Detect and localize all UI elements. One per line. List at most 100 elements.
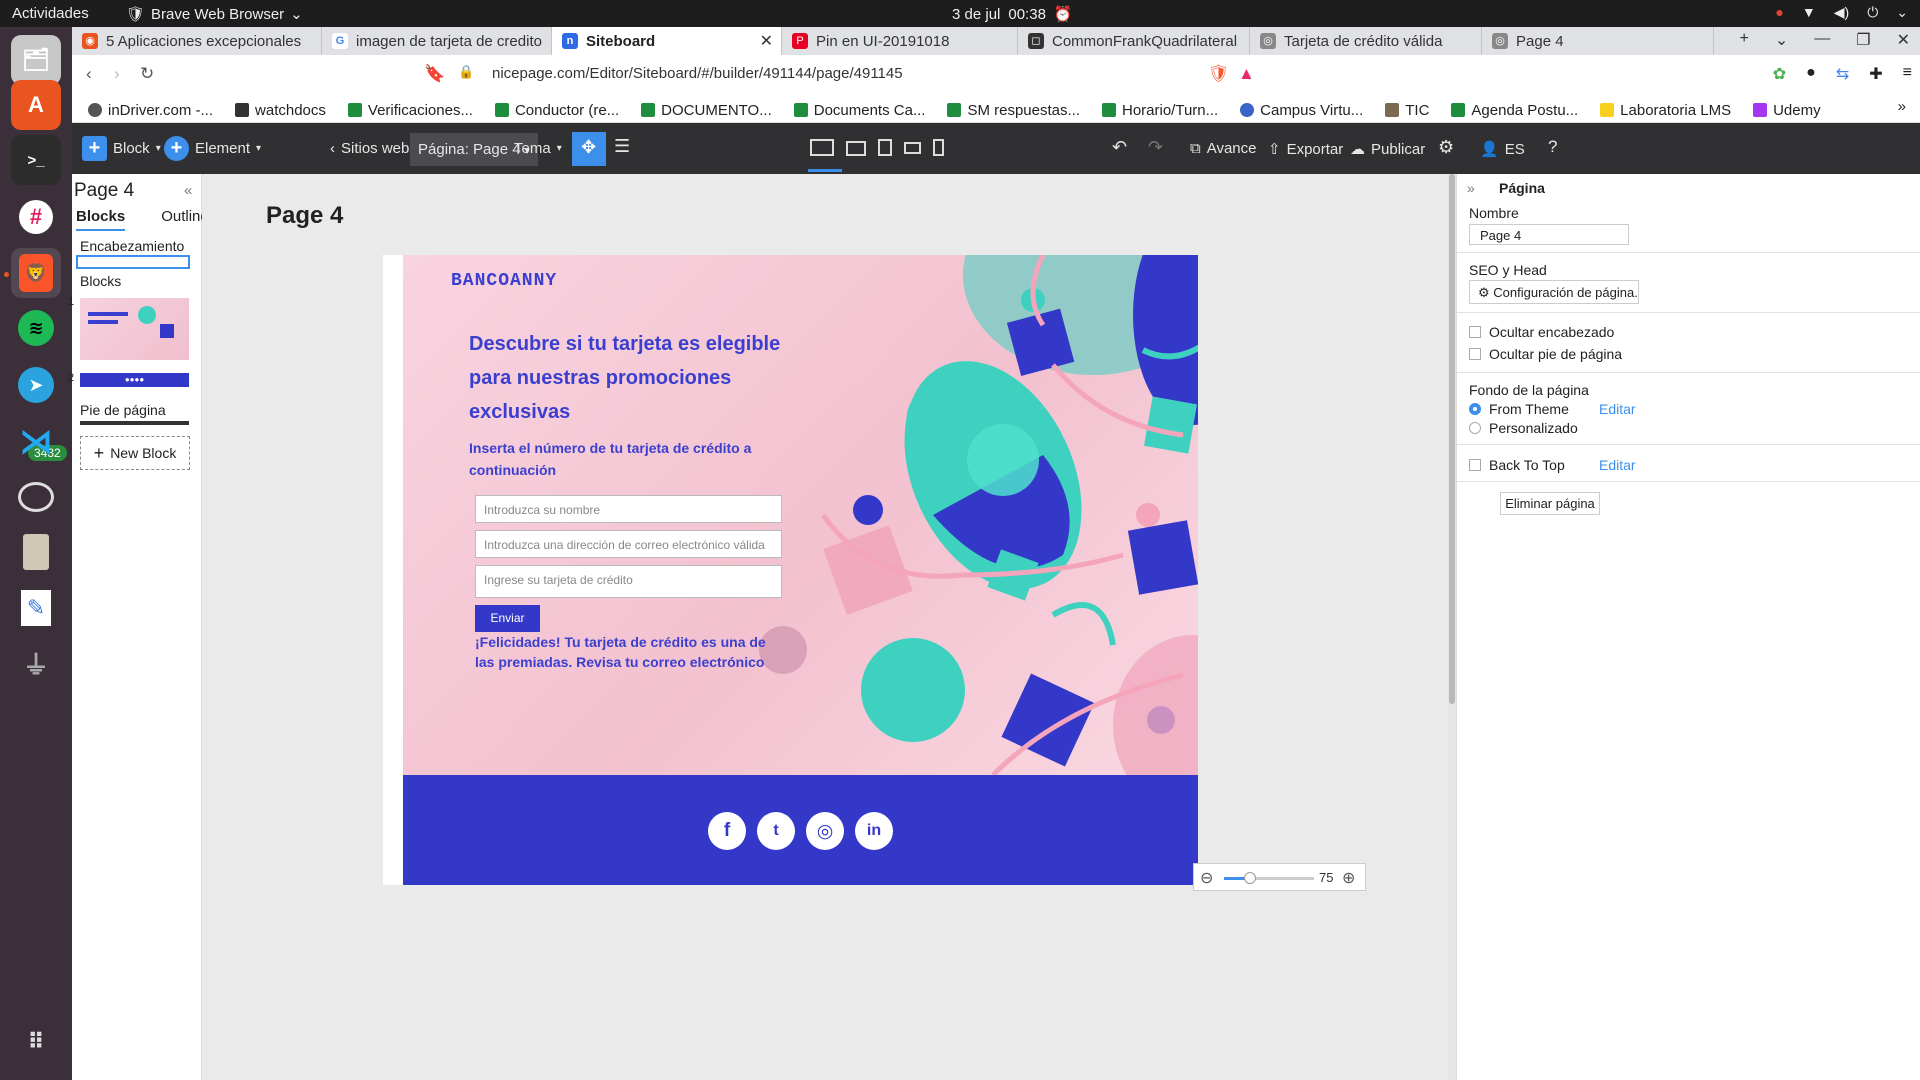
tablet-icon[interactable] xyxy=(878,139,892,156)
puzzle-icon[interactable]: ✚ xyxy=(1869,64,1882,84)
bookmark-item[interactable]: Verificaciones... xyxy=(347,98,473,122)
bookmark-item[interactable]: Conductor (re... xyxy=(494,98,619,122)
from-theme-radio[interactable]: From Theme xyxy=(1469,401,1569,417)
bookmark-item[interactable]: SM respuestas... xyxy=(947,98,1080,122)
publish-button[interactable]: ☁ Publicar xyxy=(1350,140,1425,159)
help-icon[interactable]: ? xyxy=(1548,137,1557,157)
tab-aplicaciones[interactable]: ◉ 5 Aplicaciones excepcionales xyxy=(72,27,322,55)
terminal-icon[interactable]: >_ xyxy=(11,135,61,185)
phone-icon[interactable] xyxy=(933,139,944,156)
user-language-button[interactable]: 👤 ES xyxy=(1480,140,1525,159)
hide-header-checkbox[interactable]: Ocultar encabezado xyxy=(1469,324,1614,340)
undo-icon[interactable]: ↶ xyxy=(1112,137,1127,158)
tab-pin[interactable]: P Pin en UI-20191018 xyxy=(782,27,1018,55)
desktop-icon[interactable] xyxy=(810,139,834,156)
spotify-icon[interactable]: ≋ xyxy=(11,303,61,353)
tab-page4[interactable]: ◎ Page 4 xyxy=(1482,27,1714,55)
reload-icon[interactable]: ↻ xyxy=(140,64,154,84)
select-tool-button[interactable]: ✥ xyxy=(572,132,606,166)
zoom-slider-handle[interactable] xyxy=(1243,872,1256,884)
tablet-landscape-icon[interactable] xyxy=(904,142,921,154)
collapse-panel-icon[interactable]: « xyxy=(184,182,192,199)
tab-tarjeta-valida[interactable]: ◎ Tarjeta de crédito válida xyxy=(1250,27,1482,55)
tab-siteboard[interactable]: n Siteboard ✕ xyxy=(552,27,782,55)
twitter-icon[interactable]: t xyxy=(757,812,795,850)
bookmark-item[interactable]: Udemy xyxy=(1753,98,1821,122)
tab-imagen-tarjeta[interactable]: G imagen de tarjeta de credito xyxy=(322,27,552,55)
settings-icon[interactable]: ⚙ xyxy=(1438,137,1454,158)
extension-icon[interactable]: ● xyxy=(1806,64,1816,84)
layers-icon[interactable]: ☰ xyxy=(614,136,630,157)
more-bookmarks-icon[interactable]: » xyxy=(1898,98,1906,115)
footer-block[interactable]: f t ◎ in xyxy=(403,775,1198,885)
hero-heading[interactable]: Descubre si tu tarjeta es elegible para … xyxy=(469,327,789,429)
minimize-icon[interactable]: — xyxy=(1814,30,1830,50)
extension-icon[interactable]: ✿ xyxy=(1773,64,1786,84)
tab-commonfrank[interactable]: ◻ CommonFrankQuadrilateral xyxy=(1018,27,1250,55)
maximize-icon[interactable]: ❐ xyxy=(1856,30,1870,50)
text-editor-icon[interactable]: ✎ xyxy=(11,583,61,633)
bookmark-item[interactable]: inDriver.com -... xyxy=(88,98,213,122)
success-message[interactable]: ¡Felicidades! Tu tarjeta de crédito es u… xyxy=(475,632,775,672)
custom-radio[interactable]: Personalizado xyxy=(1469,420,1578,436)
canvas-scrollbar[interactable] xyxy=(1448,174,1456,1080)
preview-button[interactable]: ⧉ Avance xyxy=(1190,140,1256,157)
export-button[interactable]: ⇧ Exportar xyxy=(1268,140,1343,159)
theme-button[interactable]: Tema ▾ xyxy=(514,140,562,157)
archive-icon[interactable] xyxy=(11,527,61,577)
email-input[interactable]: Introduzca una dirección de correo elect… xyxy=(475,530,782,558)
block-1-thumbnail[interactable] xyxy=(80,298,189,360)
hide-footer-checkbox[interactable]: Ocultar pie de página xyxy=(1469,346,1622,362)
activities-button[interactable]: Actividades xyxy=(12,5,89,22)
url-field[interactable]: nicepage.com/Editor/Siteboard/#/builder/… xyxy=(492,65,903,82)
credit-card-input[interactable]: Ingrese su tarjeta de crédito xyxy=(475,565,782,598)
clock[interactable]: 3 de jul 00:38 ⏰ xyxy=(952,5,1073,24)
files-icon[interactable]: 🗂 xyxy=(11,35,61,85)
bookmark-item[interactable]: TIC xyxy=(1385,98,1429,122)
bookmark-item[interactable]: Laboratoria LMS xyxy=(1600,98,1731,122)
bookmark-item[interactable]: Agenda Postu... xyxy=(1451,98,1578,122)
bookmark-item[interactable]: DOCUMENTO... xyxy=(641,98,772,122)
software-center-icon[interactable]: A xyxy=(11,80,61,130)
header-thumbnail[interactable] xyxy=(76,255,190,269)
page-name-input[interactable]: Page 4 xyxy=(1469,224,1629,245)
new-block-button[interactable]: + New Block xyxy=(80,436,190,470)
close-tab-icon[interactable]: ✕ xyxy=(760,31,773,51)
slack-icon[interactable]: # xyxy=(11,192,61,242)
hero-block[interactable]: BANCOANNY Descubre si tu tarjeta es eleg… xyxy=(403,255,1198,775)
translate-icon[interactable]: ⇆ xyxy=(1836,64,1849,84)
brave-dock-icon[interactable]: 🦁 xyxy=(11,248,61,298)
linkedin-icon[interactable]: in xyxy=(855,812,893,850)
forward-icon[interactable]: › xyxy=(114,64,120,84)
app-grid-icon[interactable]: ⠿ xyxy=(11,1017,61,1067)
expand-panel-icon[interactable]: » xyxy=(1467,180,1475,196)
zoom-in-icon[interactable]: ⊕ xyxy=(1342,868,1355,888)
close-window-icon[interactable]: ✕ xyxy=(1897,30,1910,50)
menu-icon[interactable]: ≡ xyxy=(1903,64,1912,84)
vscode-icon[interactable]: ⋊ xyxy=(11,417,61,467)
edit-background-link[interactable]: Editar xyxy=(1599,401,1636,417)
brave-shields-icon[interactable]: 🛡 xyxy=(1208,64,1230,84)
app-menu[interactable]: 🛡 Brave Web Browser ⌄ xyxy=(126,5,303,24)
tab-blocks[interactable]: Blocks xyxy=(76,208,126,231)
telegram-icon[interactable]: ➤ xyxy=(11,360,61,410)
footer-thumbnail[interactable] xyxy=(80,421,189,425)
usb-icon[interactable]: ⏚ xyxy=(11,638,61,688)
bookmark-item[interactable]: Horario/Turn... xyxy=(1102,98,1218,122)
edit-back-to-top-link[interactable]: Editar xyxy=(1599,457,1636,473)
zoom-out-icon[interactable]: ⊖ xyxy=(1200,868,1213,888)
brave-rewards-icon[interactable]: ▲ xyxy=(1238,64,1255,84)
tab-search-icon[interactable]: ⌄ xyxy=(1775,30,1788,50)
bank-logo[interactable]: BANCOANNY xyxy=(451,271,557,291)
bookmark-item[interactable]: Campus Virtu... xyxy=(1240,98,1363,122)
bookmark-icon[interactable]: 🔖 xyxy=(424,64,445,84)
bookmark-item[interactable]: Documents Ca... xyxy=(793,98,925,122)
back-to-top-checkbox[interactable]: Back To Top xyxy=(1469,457,1565,473)
add-block-button[interactable]: + Block ▾ xyxy=(82,136,161,161)
bookmark-item[interactable]: watchdocs xyxy=(235,98,326,122)
laptop-icon[interactable] xyxy=(846,141,866,156)
block-2-thumbnail[interactable]: ●●●● xyxy=(80,373,189,387)
back-icon[interactable]: ‹ xyxy=(86,64,92,84)
new-tab-icon[interactable]: + xyxy=(1740,30,1749,50)
sites-button[interactable]: ‹ Sitios web xyxy=(330,140,409,157)
